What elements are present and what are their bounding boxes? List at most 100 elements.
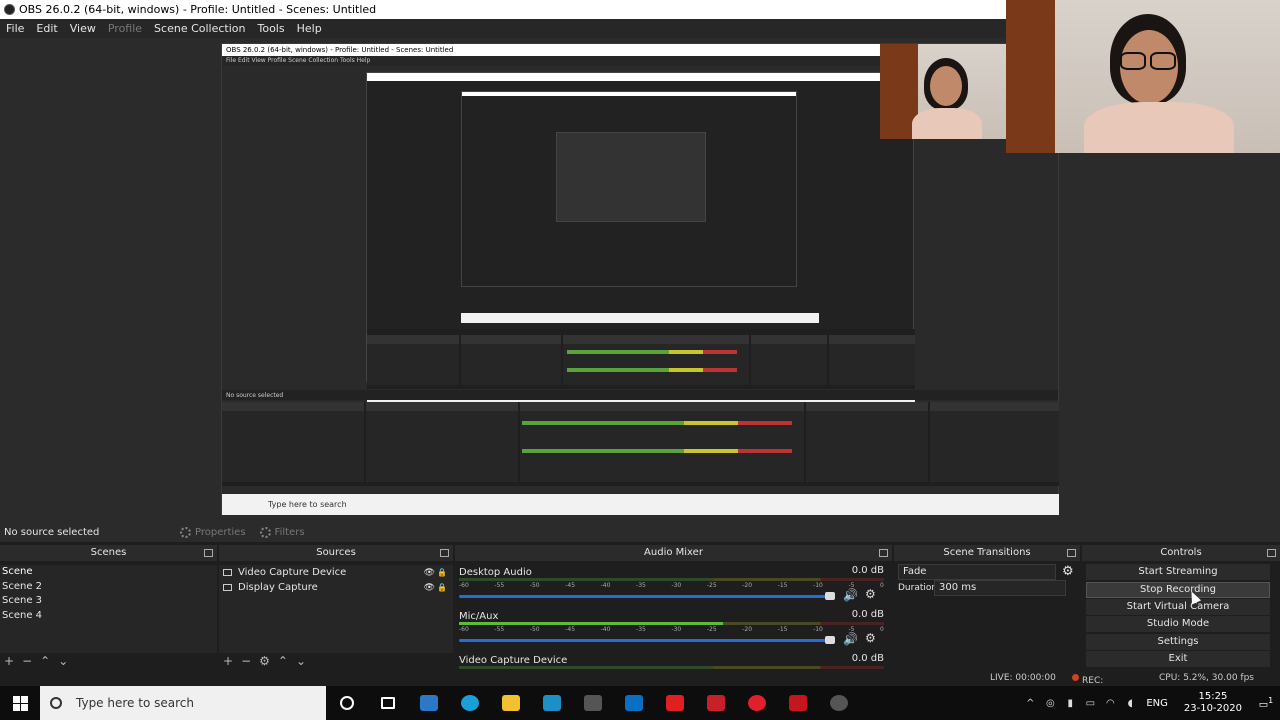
- speaker-icon[interactable]: 🔊: [843, 588, 858, 602]
- stop-recording-button[interactable]: Stop Recording: [1086, 582, 1270, 598]
- gear-icon[interactable]: ⚙: [865, 587, 876, 601]
- lock-icon[interactable]: 🔒: [437, 583, 447, 592]
- rec-status: REC: 00:00:40: [1072, 673, 1122, 696]
- task-view-icon[interactable]: [367, 686, 408, 720]
- move-down-icon[interactable]: ⌄: [58, 654, 68, 668]
- battery-icon[interactable]: ▭: [1080, 698, 1100, 709]
- gear-icon[interactable]: ⚙: [259, 654, 270, 668]
- menu-view[interactable]: View: [64, 22, 102, 35]
- source-item[interactable]: Display Capture 👁 🔒: [219, 580, 453, 595]
- app-l-icon[interactable]: [531, 686, 572, 720]
- wifi-icon[interactable]: ◠: [1100, 698, 1120, 709]
- app-blue-icon[interactable]: [613, 686, 654, 720]
- status-bar: LIVE: 00:00:00 REC: 00:00:40 CPU: 5.2%, …: [0, 670, 1280, 696]
- add-icon[interactable]: +: [4, 654, 14, 668]
- tick-label: -10: [813, 582, 823, 589]
- chevron-up-icon[interactable]: ^: [1020, 698, 1040, 709]
- studio-mode-button[interactable]: Studio Mode: [1086, 616, 1270, 632]
- start-virtual-camera-button[interactable]: Start Virtual Camera: [1086, 599, 1270, 615]
- filters-button[interactable]: Filters: [259, 526, 305, 538]
- mic-icon[interactable]: ▮: [1060, 698, 1080, 709]
- settings-button[interactable]: Settings: [1086, 634, 1270, 650]
- speaker-icon[interactable]: 🔊: [843, 632, 858, 646]
- duration-label: Duration: [898, 583, 938, 593]
- move-up-icon[interactable]: ⌃: [40, 654, 50, 668]
- menu-tools[interactable]: Tools: [252, 22, 291, 35]
- window-title: OBS 26.0.2 (64-bit, windows) - Profile: …: [19, 3, 377, 16]
- mixer-track: Video Capture Device 0.0 dB: [455, 653, 892, 669]
- mail-icon[interactable]: [408, 686, 449, 720]
- language-indicator[interactable]: ENG: [1140, 698, 1174, 709]
- eye-icon[interactable]: 👁: [424, 568, 435, 578]
- tick-label: -30: [671, 582, 682, 589]
- obs-icon[interactable]: [818, 686, 859, 720]
- taskbar-search[interactable]: Type here to search: [40, 686, 326, 720]
- gear-icon[interactable]: ⚙: [865, 631, 876, 645]
- menu-scene-collection[interactable]: Scene Collection: [148, 22, 251, 35]
- menu-help[interactable]: Help: [291, 22, 328, 35]
- youtube-icon[interactable]: [654, 686, 695, 720]
- transitions-header: Scene Transitions: [894, 545, 1080, 561]
- remove-icon[interactable]: −: [22, 654, 32, 668]
- volume-slider[interactable]: [459, 639, 832, 642]
- tick-label: -50: [529, 626, 540, 633]
- store-icon[interactable]: [572, 686, 613, 720]
- float-icon[interactable]: [879, 549, 888, 557]
- audio-mixer-dock: Audio Mixer Desktop Audio 0.0 dB -60 -55-…: [455, 545, 892, 669]
- meter-ticks: -60 -55 -50 -45 -40 -35 -30 -25 -20 -15 -10 -5 0: [459, 626, 884, 633]
- scene-item[interactable]: Scene 2: [0, 580, 217, 595]
- float-icon[interactable]: [1067, 549, 1076, 557]
- source-item[interactable]: Video Capture Device 👁 🔒: [219, 565, 453, 580]
- menu-profile[interactable]: Profile: [102, 22, 148, 35]
- duration-spinbox[interactable]: 300 ms: [934, 580, 1066, 596]
- notification-icon[interactable]: ▭1: [1252, 696, 1280, 710]
- eye-icon[interactable]: 👁: [424, 583, 435, 593]
- volume-slider[interactable]: [459, 595, 832, 598]
- docks-area: Scenes Scene Scene 2 Scene 3 Scene 4 + −…: [0, 545, 1280, 669]
- network-icon[interactable]: ◎: [1040, 698, 1060, 709]
- scene-transitions-dock: Scene Transitions Fade ⚙ Duration 300 ms: [894, 545, 1080, 669]
- volume-knob[interactable]: [825, 636, 835, 644]
- mixer-track: Desktop Audio 0.0 dB -60 -55 -50 -45 -40 -35-…: [459, 565, 884, 602]
- file-explorer-icon[interactable]: [490, 686, 531, 720]
- scene-item[interactable]: Scene 4: [0, 609, 217, 624]
- move-up-icon[interactable]: ⌃: [278, 654, 288, 668]
- scene-item[interactable]: Scene 3: [0, 594, 217, 609]
- sources-list: Video Capture Device 👁 🔒 Display Capture…: [219, 565, 453, 653]
- tick-label: -35: [636, 582, 646, 589]
- clock[interactable]: 15:25 23-10-2020: [1174, 691, 1252, 715]
- tick-label: -60: [459, 626, 469, 633]
- record-icon: [1072, 674, 1079, 681]
- start-streaming-button[interactable]: Start Streaming: [1086, 564, 1270, 580]
- transition-select[interactable]: Fade: [898, 564, 1056, 580]
- volume-icon[interactable]: ◖: [1120, 698, 1140, 709]
- preview-canvas[interactable]: OBS 26.0.2 (64-bit, windows) - Profile: …: [221, 43, 1059, 515]
- lock-icon[interactable]: 🔒: [437, 568, 447, 577]
- search-icon: [50, 697, 62, 709]
- shield-icon[interactable]: [695, 686, 736, 720]
- controls-dock: Controls Start Streaming Stop Recording …: [1082, 545, 1280, 669]
- source-toolbar: No source selected Properties Filters: [0, 522, 1280, 542]
- tick-label: -55: [494, 582, 505, 589]
- properties-button[interactable]: Properties: [180, 526, 246, 538]
- exit-button[interactable]: Exit: [1086, 651, 1270, 667]
- remove-icon[interactable]: −: [241, 654, 251, 668]
- menu-file[interactable]: File: [0, 22, 30, 35]
- tick-label: -20: [742, 626, 753, 633]
- scene-item[interactable]: Scene: [0, 565, 217, 580]
- acrobat-icon[interactable]: [777, 686, 818, 720]
- float-icon[interactable]: [1267, 549, 1276, 557]
- float-icon[interactable]: [204, 549, 213, 557]
- start-button[interactable]: [0, 686, 40, 720]
- move-down-icon[interactable]: ⌄: [296, 654, 306, 668]
- float-icon[interactable]: [440, 549, 449, 557]
- volume-knob[interactable]: [825, 592, 835, 600]
- edge-icon[interactable]: [449, 686, 490, 720]
- menu-edit[interactable]: Edit: [30, 22, 63, 35]
- cortana-icon[interactable]: [326, 686, 367, 720]
- opera-icon[interactable]: [736, 686, 777, 720]
- captured-webcam: [880, 44, 1006, 139]
- add-icon[interactable]: +: [223, 654, 233, 668]
- gear-icon[interactable]: ⚙: [1062, 564, 1074, 579]
- filter-icon: [259, 526, 271, 538]
